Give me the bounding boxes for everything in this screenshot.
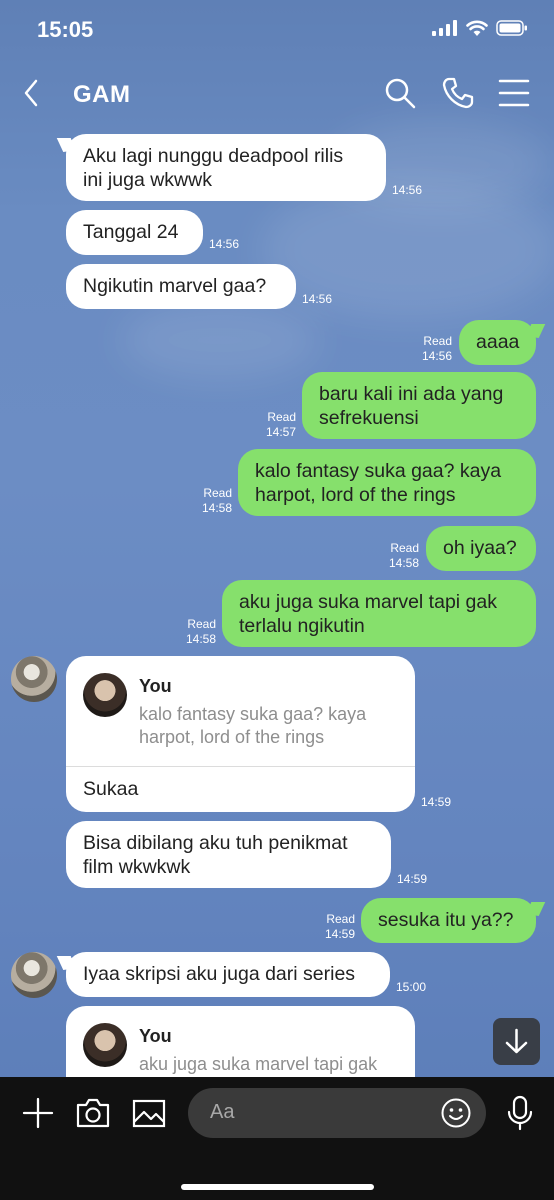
message-text: Sukaa	[83, 778, 139, 800]
message-meta: Read 14:58	[202, 486, 232, 516]
message-meta: Read 14:58	[389, 541, 419, 571]
quoted-message[interactable]: You aku juga suka marvel tapi gak	[66, 1006, 415, 1086]
back-chevron-icon[interactable]	[20, 76, 44, 110]
gallery-icon[interactable]	[131, 1095, 167, 1131]
reply-message[interactable]: You kalo fantasy suka gaa? kaya harpot, …	[66, 656, 415, 812]
message-text: sesuka itu ya??	[378, 909, 514, 931]
contact-avatar[interactable]	[11, 952, 57, 998]
message-time: 14:56	[302, 292, 333, 306]
message-text: aaaa	[476, 331, 520, 353]
read-receipt: Read	[203, 486, 232, 500]
message-text: Bisa dibilang aku tuh penikmat film wkwk…	[83, 832, 348, 878]
outgoing-message[interactable]: sesuka itu ya??	[361, 898, 536, 943]
outgoing-message[interactable]: kalo fantasy suka gaa? kaya harpot, lord…	[238, 449, 536, 516]
reply-message[interactable]: You aku juga suka marvel tapi gak	[66, 1006, 415, 1086]
message-time: 14:59	[421, 795, 452, 809]
wifi-icon	[466, 20, 488, 36]
scroll-to-bottom-button[interactable]	[493, 1018, 540, 1065]
message-time: 15:00	[396, 980, 427, 994]
message-text: Tanggal 24	[83, 221, 179, 243]
message-text: aku juga suka marvel tapi gak terlalu ng…	[239, 591, 497, 637]
emoji-icon[interactable]	[440, 1097, 472, 1129]
outgoing-message[interactable]: oh iyaa?	[426, 526, 536, 571]
message-meta: Read 14:56	[422, 334, 452, 364]
message-time: 14:56	[421, 349, 452, 363]
message-text: baru kali ini ada yang sefrekuensi	[319, 383, 504, 429]
message-meta: Read 14:57	[266, 410, 296, 440]
message-input-bar: Aa	[0, 1077, 554, 1200]
incoming-message[interactable]: Iyaa skripsi aku juga dari series	[66, 952, 390, 997]
status-time: 15:05	[37, 17, 94, 42]
message-time: 14:59	[397, 872, 428, 886]
incoming-message[interactable]: Aku lagi nunggu deadpool rilis ini juga …	[66, 134, 386, 201]
search-icon[interactable]	[383, 76, 417, 110]
message-time: 14:58	[185, 632, 216, 646]
message-time: 14:56	[392, 183, 423, 197]
status-bar: 15:05	[0, 0, 554, 60]
message-text: Aku lagi nunggu deadpool rilis ini juga …	[83, 145, 344, 191]
message-text: oh iyaa?	[443, 537, 517, 559]
outgoing-message[interactable]: aaaa	[459, 320, 536, 365]
microphone-icon[interactable]	[506, 1095, 534, 1131]
chat-title: GAM	[73, 81, 131, 108]
read-receipt: Read	[326, 912, 355, 926]
message-time: 14:58	[201, 501, 232, 515]
read-receipt: Read	[267, 410, 296, 424]
message-input-placeholder: Aa	[210, 1101, 235, 1123]
incoming-message[interactable]: Tanggal 24	[66, 210, 203, 255]
incoming-message[interactable]: Bisa dibilang aku tuh penikmat film wkwk…	[66, 821, 391, 888]
chat-header: GAM	[0, 62, 554, 126]
camera-icon[interactable]	[75, 1095, 111, 1131]
signal-icon	[432, 20, 457, 36]
quoted-sender: You	[139, 1026, 172, 1046]
quoted-sender: You	[139, 676, 172, 696]
message-text: Iyaa skripsi aku juga dari series	[83, 963, 356, 985]
message-meta: Read 14:58	[186, 617, 216, 647]
status-icons	[432, 20, 528, 36]
message-time: 14:58	[388, 556, 419, 570]
quoted-avatar	[83, 1023, 127, 1067]
quoted-text: kalo fantasy suka gaa? kaya harpot, lord…	[139, 704, 367, 747]
plus-icon[interactable]	[20, 1095, 56, 1131]
message-time: 14:57	[265, 425, 296, 439]
home-indicator[interactable]	[181, 1184, 374, 1190]
outgoing-message[interactable]: aku juga suka marvel tapi gak terlalu ng…	[222, 580, 536, 647]
incoming-message[interactable]: Ngikutin marvel gaa?	[66, 264, 296, 309]
message-text: Ngikutin marvel gaa?	[83, 275, 267, 297]
battery-icon	[496, 20, 527, 36]
read-receipt: Read	[423, 334, 452, 348]
menu-icon[interactable]	[497, 76, 531, 110]
read-receipt: Read	[390, 541, 419, 555]
arrow-down-icon	[505, 1028, 528, 1054]
read-receipt: Read	[187, 617, 216, 631]
message-meta: Read 14:59	[325, 912, 355, 942]
contact-avatar[interactable]	[11, 656, 57, 702]
message-time: 14:56	[209, 237, 240, 251]
quoted-avatar	[83, 673, 127, 717]
quoted-text: aku juga suka marvel tapi gak	[139, 1054, 378, 1074]
message-time: 14:59	[324, 927, 355, 941]
phone-icon[interactable]	[441, 76, 475, 110]
quoted-message[interactable]: You kalo fantasy suka gaa? kaya harpot, …	[66, 656, 415, 767]
message-input[interactable]: Aa	[188, 1088, 486, 1138]
message-text: kalo fantasy suka gaa? kaya harpot, lord…	[255, 460, 502, 506]
outgoing-message[interactable]: baru kali ini ada yang sefrekuensi	[302, 372, 536, 439]
